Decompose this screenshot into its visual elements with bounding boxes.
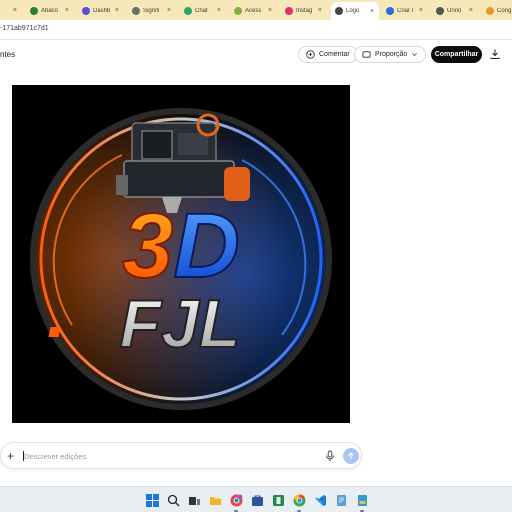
notepad-icon[interactable] [335, 494, 348, 507]
url-text[interactable]: -171ab971c7d1 [0, 25, 49, 32]
tab-favicon-icon [184, 6, 192, 15]
tab-close-icon[interactable]: × [217, 7, 221, 14]
browser-tab[interactable]: Signifi × [128, 3, 176, 18]
browser-tab[interactable]: Logo × [331, 2, 379, 20]
tab-close-icon[interactable]: × [318, 7, 322, 14]
running-indicator [234, 510, 238, 512]
browser-tab[interactable]: Unno × [432, 3, 478, 18]
toolbar-divider [0, 39, 512, 40]
running-indicator [297, 510, 301, 512]
tab-title: Dashb [93, 7, 111, 14]
share-label: Compartilhar [434, 51, 479, 58]
tab-favicon-icon [234, 6, 242, 15]
tab-favicon-icon [82, 6, 90, 15]
proportion-label: Proporção [375, 51, 408, 58]
comment-button[interactable]: Comentar [298, 46, 358, 63]
tab-close-icon[interactable]: × [419, 7, 423, 14]
browser-tab[interactable]: Dashb × [78, 3, 124, 18]
browser-tab[interactable]: Chat × [180, 3, 226, 18]
browser-tab[interactable]: Criar I × [382, 3, 428, 18]
chrome-icon[interactable] [293, 494, 306, 507]
logo-text-fjl: FJL [120, 286, 241, 362]
tab-favicon-icon [486, 6, 494, 15]
add-comment-icon [306, 50, 315, 59]
tab-title: Signifi [143, 7, 160, 14]
tab-close-icon[interactable]: × [65, 7, 69, 14]
edit-prompt-bar: + [0, 442, 362, 469]
tab-close-icon[interactable]: × [13, 7, 17, 14]
browser-tab[interactable]: Cong [482, 3, 512, 18]
tab-close-icon[interactable]: × [370, 8, 374, 15]
tab-favicon-icon [436, 6, 444, 15]
browser-tab[interactable]: Abaco × [26, 3, 74, 18]
tab-title: Abaco [41, 7, 59, 14]
task-view-icon[interactable] [188, 494, 201, 507]
chevron-down-icon [412, 53, 418, 57]
app-icon[interactable] [356, 494, 369, 507]
windows-taskbar [0, 486, 512, 512]
microphone-icon[interactable] [324, 450, 336, 462]
3d-fjl-logo: 3D FJL [12, 85, 350, 423]
tab-close-icon[interactable]: × [268, 7, 272, 14]
search-icon[interactable] [167, 494, 180, 507]
browser-tab[interactable]: Acess × [230, 3, 277, 18]
browser-tab[interactable]: Instag × [281, 3, 327, 18]
tab-title: Cong [497, 7, 512, 14]
file-explorer-icon[interactable] [209, 494, 222, 507]
tab-close-icon[interactable]: × [469, 7, 473, 14]
send-button[interactable] [343, 448, 359, 464]
tab-title: Logo [346, 8, 360, 14]
windows-start-icon[interactable] [146, 494, 159, 507]
tab-favicon-icon [335, 7, 343, 15]
tab-favicon-icon [285, 6, 293, 15]
aspect-ratio-icon [362, 51, 371, 58]
edit-prompt-input[interactable] [24, 449, 304, 463]
download-icon[interactable] [489, 48, 501, 60]
arrow-up-icon [348, 452, 354, 459]
tab-favicon-icon [132, 6, 140, 15]
logo-text-3d: 3D [122, 195, 240, 297]
tab-title: Instag [296, 7, 313, 14]
chrome-profile-icon[interactable] [230, 494, 243, 507]
share-button[interactable]: Compartilhar [431, 46, 482, 63]
tab-favicon-icon [386, 6, 394, 15]
add-attachment-icon[interactable]: + [7, 449, 14, 463]
tab-title: Unno [447, 7, 462, 14]
address-bar[interactable]: -171ab971c7d1 [0, 20, 512, 39]
generated-image[interactable]: 3D FJL [12, 85, 350, 423]
tab-title: Acess [245, 7, 262, 14]
proportion-dropdown[interactable]: Proporção [354, 46, 427, 63]
breadcrumb-fragment[interactable]: ntes [0, 50, 15, 59]
excel-icon[interactable] [272, 494, 285, 507]
tab-title: Criar I [397, 7, 414, 14]
running-indicator [360, 510, 364, 512]
tab-title: Chat [195, 7, 208, 14]
vscode-icon[interactable] [314, 494, 327, 507]
browser-tab[interactable]: × [0, 3, 22, 18]
browser-tab-strip: × Abaco × Dashb × Signifi × Chat × Acess × Instag × L… [0, 0, 512, 20]
comment-label: Comentar [319, 51, 350, 58]
tab-close-icon[interactable]: × [115, 7, 119, 14]
tab-close-icon[interactable]: × [167, 7, 171, 14]
store-icon[interactable] [251, 494, 264, 507]
tab-favicon-icon [30, 6, 38, 15]
